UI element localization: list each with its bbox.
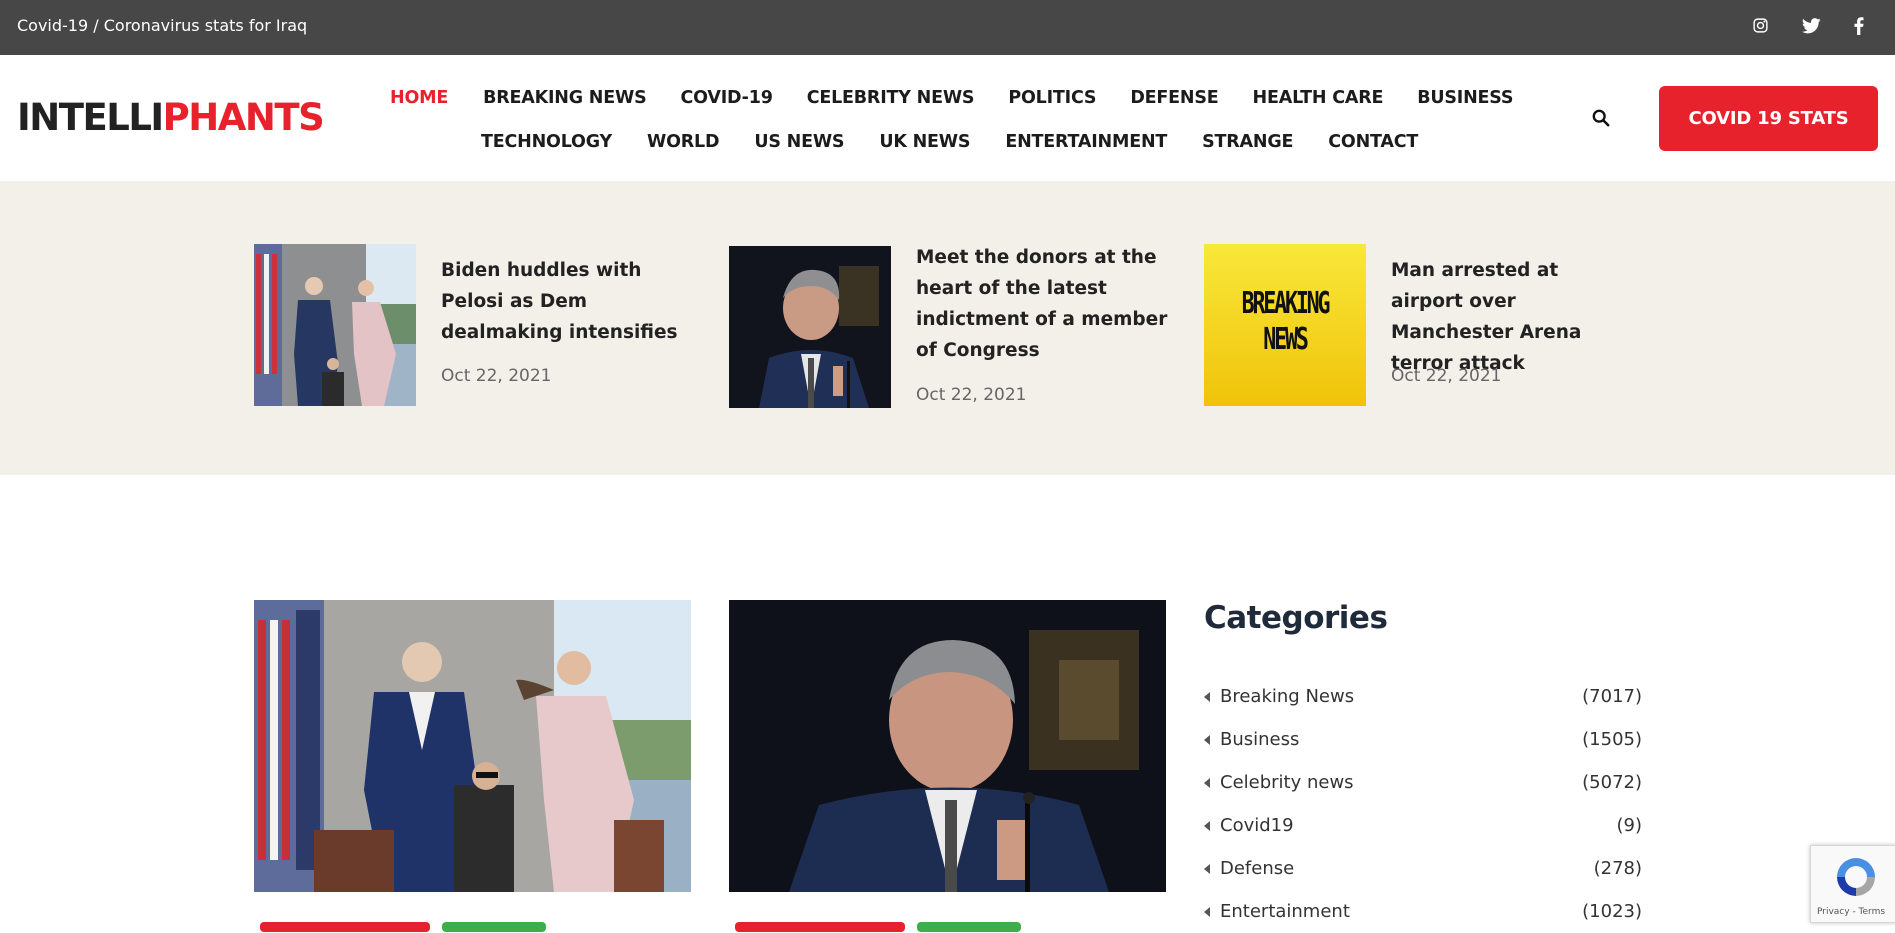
category-count: (1505) bbox=[1582, 729, 1642, 750]
caret-left-icon bbox=[1204, 734, 1210, 745]
nav-breaking-news[interactable]: BREAKING NEWS bbox=[483, 88, 647, 108]
featured-thumb-congressman[interactable] bbox=[729, 246, 891, 408]
category-count: (1023) bbox=[1582, 901, 1642, 922]
nav-politics[interactable]: POLITICS bbox=[1008, 88, 1096, 108]
category-item[interactable]: Entertainment (1023) bbox=[1204, 890, 1642, 933]
post-card-image-biden-pelosi[interactable] bbox=[254, 600, 691, 892]
nav-home[interactable]: HOME bbox=[390, 88, 448, 108]
category-name: Breaking News bbox=[1220, 686, 1355, 707]
category-tag-red[interactable] bbox=[260, 922, 430, 932]
search-icon[interactable] bbox=[1592, 109, 1612, 129]
category-name: Covid19 bbox=[1220, 815, 1294, 836]
caret-left-icon bbox=[1204, 906, 1210, 917]
instagram-icon[interactable] bbox=[1748, 0, 1772, 51]
recaptcha-badge[interactable]: Privacy - Terms bbox=[1810, 845, 1895, 923]
category-name: Defense bbox=[1220, 858, 1295, 879]
main-nav-row1: HOME BREAKING NEWS COVID-19 CELEBRITY NE… bbox=[390, 88, 1514, 108]
site-header: INTELLIPHANTS HOME BREAKING NEWS COVID-1… bbox=[0, 55, 1895, 181]
nav-world[interactable]: WORLD bbox=[647, 132, 720, 152]
breaking-text: BREAKING bbox=[1241, 286, 1331, 321]
caret-left-icon bbox=[1204, 863, 1210, 874]
caret-left-icon bbox=[1204, 777, 1210, 788]
main-nav-row2: TECHNOLOGY WORLD US NEWS UK NEWS ENTERTA… bbox=[481, 132, 1418, 152]
news-text: NEWS bbox=[1263, 322, 1309, 357]
featured-date-3: Oct 22, 2021 bbox=[1391, 366, 1502, 386]
nav-strange[interactable]: STRANGE bbox=[1202, 132, 1293, 152]
featured-title-2[interactable]: Meet the donors at the heart of the late… bbox=[916, 242, 1176, 366]
categories-list: Breaking News (7017) Business (1505) Cel… bbox=[1204, 675, 1642, 933]
facebook-icon[interactable] bbox=[1847, 0, 1871, 51]
category-item[interactable]: Celebrity news (5072) bbox=[1204, 761, 1642, 804]
site-logo[interactable]: INTELLIPHANTS bbox=[17, 96, 325, 139]
post-card-image-congressman[interactable] bbox=[729, 600, 1166, 892]
nav-us-news[interactable]: US NEWS bbox=[754, 132, 844, 152]
nav-technology[interactable]: TECHNOLOGY bbox=[481, 132, 612, 152]
category-name: Business bbox=[1220, 729, 1300, 750]
covid-stats-link[interactable]: Covid-19 / Coronavirus stats for Iraq bbox=[17, 0, 307, 51]
caret-left-icon bbox=[1204, 820, 1210, 831]
featured-date-2: Oct 22, 2021 bbox=[916, 385, 1027, 405]
category-tag-green[interactable] bbox=[442, 922, 546, 932]
nav-covid-19[interactable]: COVID-19 bbox=[681, 88, 773, 108]
featured-thumb-breaking-news[interactable]: BREAKING NEWS bbox=[1204, 244, 1366, 406]
twitter-icon[interactable] bbox=[1799, 0, 1823, 51]
breaking-news-graphic-text: BREAKING NEWS bbox=[1227, 286, 1344, 358]
category-count: (9) bbox=[1616, 815, 1643, 836]
featured-thumb-biden-pelosi[interactable] bbox=[254, 244, 416, 406]
featured-date-1: Oct 22, 2021 bbox=[441, 366, 552, 386]
category-tag-red[interactable] bbox=[735, 922, 905, 932]
category-tag-green[interactable] bbox=[917, 922, 1021, 932]
categories-heading: Categories bbox=[1204, 600, 1388, 636]
category-name: Celebrity news bbox=[1220, 772, 1354, 793]
recaptcha-footer-text[interactable]: Privacy - Terms bbox=[1817, 907, 1885, 917]
nav-entertainment[interactable]: ENTERTAINMENT bbox=[1005, 132, 1167, 152]
nav-health-care[interactable]: HEALTH CARE bbox=[1253, 88, 1384, 108]
nav-defense[interactable]: DEFENSE bbox=[1130, 88, 1218, 108]
recaptcha-logo-icon bbox=[1837, 858, 1875, 896]
featured-title-1[interactable]: Biden huddles with Pelosi as Dem dealmak… bbox=[441, 255, 696, 348]
category-item[interactable]: Defense (278) bbox=[1204, 847, 1642, 890]
nav-celebrity-news[interactable]: CELEBRITY NEWS bbox=[807, 88, 975, 108]
category-count: (278) bbox=[1593, 858, 1642, 879]
logo-text-part2: PHANTS bbox=[162, 96, 325, 139]
category-item[interactable]: Business (1505) bbox=[1204, 718, 1642, 761]
category-name: Entertainment bbox=[1220, 901, 1350, 922]
featured-title-3[interactable]: Man arrested at airport over Manchester … bbox=[1391, 255, 1631, 379]
covid-stats-button[interactable]: COVID 19 STATS bbox=[1659, 86, 1878, 151]
category-count: (5072) bbox=[1582, 772, 1642, 793]
category-count: (7017) bbox=[1582, 686, 1642, 707]
logo-text-part1: INTELLI bbox=[17, 96, 164, 139]
nav-contact[interactable]: CONTACT bbox=[1328, 132, 1418, 152]
top-bar: Covid-19 / Coronavirus stats for Iraq bbox=[0, 0, 1895, 55]
category-item[interactable]: Covid19 (9) bbox=[1204, 804, 1642, 847]
nav-uk-news[interactable]: UK NEWS bbox=[879, 132, 970, 152]
caret-left-icon bbox=[1204, 691, 1210, 702]
nav-business[interactable]: BUSINESS bbox=[1417, 88, 1513, 108]
category-item[interactable]: Breaking News (7017) bbox=[1204, 675, 1642, 718]
